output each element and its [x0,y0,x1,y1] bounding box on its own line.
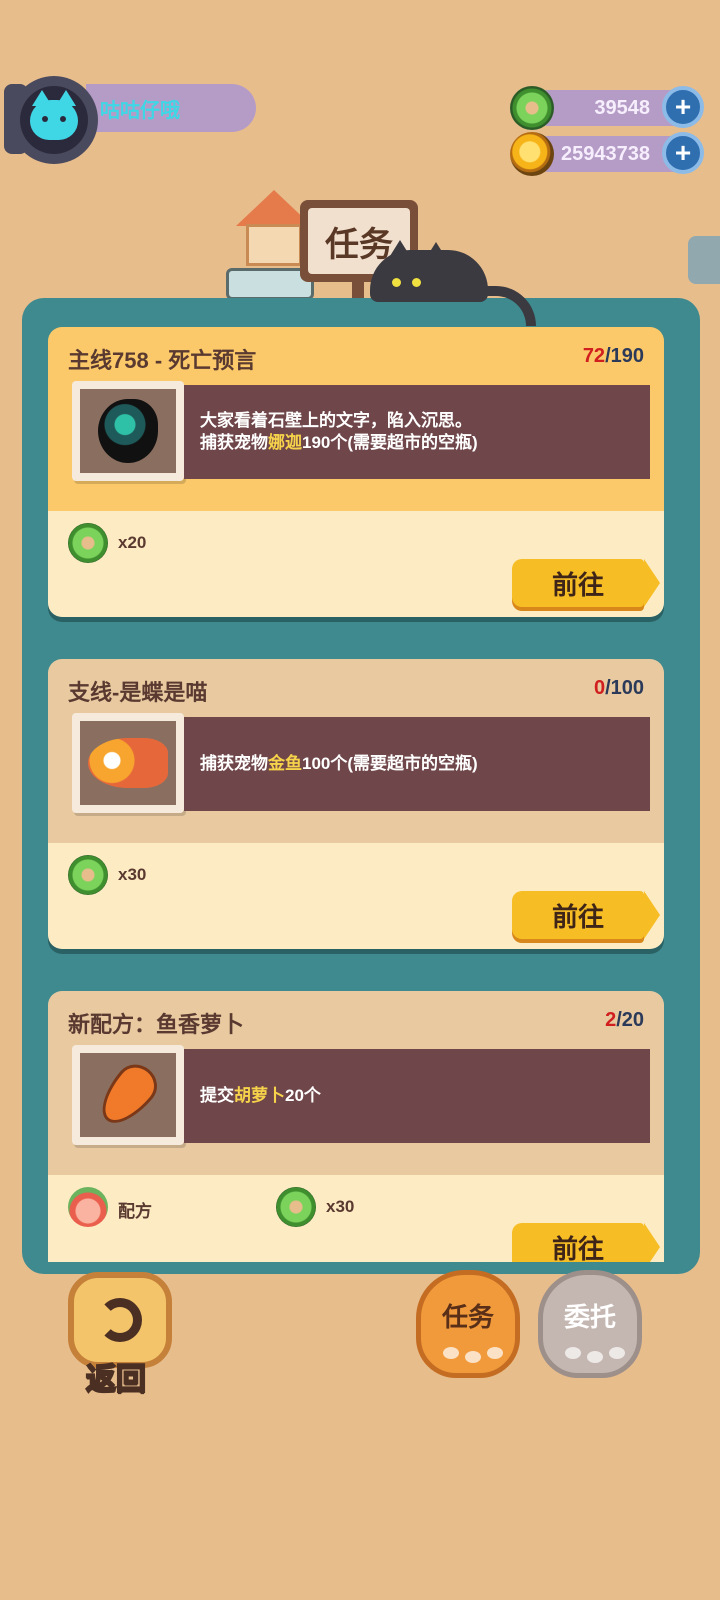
green-donut-icon [276,1187,316,1227]
plus-icon: + [674,91,692,122]
tab-entrust[interactable]: 委托 [538,1270,642,1378]
quest-card-header: 支线-是蝶是喵 0/100 捕获宠物金鱼100个(需要超市的空瓶) [48,659,664,843]
add-gold-button[interactable]: + [662,132,704,174]
currency-gold-value: 25943738 [561,142,650,165]
quest-progress: 2/20 [605,1009,644,1031]
go-button[interactable]: 前往 [512,891,660,939]
avatar-image [20,86,88,154]
quest-description: 捕获宠物金鱼100个(需要超市的空瓶) [184,717,650,811]
paw-toe-icon [565,1347,581,1359]
quest-description: 大家看着石壁上的文字，陷入沉思。 捕获宠物娜迦190个(需要超市的空瓶) [184,385,650,479]
quest-thumbnail [72,713,184,813]
player-name: 咕咕仔哦 [100,99,180,122]
carrot-icon [90,1056,166,1134]
quest-title: 支线-是蝶是喵 [68,680,208,705]
cat-avatar-icon [30,90,78,140]
currency-donut-value: 39548 [594,96,650,119]
quest-thumbnail [72,381,184,481]
go-button[interactable]: 前往 [512,559,660,607]
goldfish-pet-icon [88,738,168,788]
reward-amount: x30 [326,1197,355,1216]
paw-toe-icon [587,1351,603,1363]
currency-donut: 39548 + [510,86,704,130]
green-donut-icon [68,855,108,895]
page-title: 任务 [325,225,393,264]
reward-amount: x30 [118,865,147,884]
quest-rewards: x20 前往 [48,511,664,617]
back-arrow-icon [98,1298,142,1342]
quest-card-header: 新配方：鱼香萝卜 2/20 提交胡萝卜20个 [48,991,664,1175]
go-button[interactable]: 前往 [512,1223,660,1262]
quest-rewards: 配方 x30 前往 [48,1175,664,1262]
quest-title: 主线758 - 死亡预言 [68,348,257,373]
tab-entrust-label: 委托 [563,1302,616,1332]
side-clip-icon[interactable] [688,236,720,284]
radish-recipe-icon [68,1187,108,1227]
currency-gold: 25943738 + [510,132,704,176]
back-button[interactable]: 返回 [68,1272,172,1397]
paw-toe-icon [465,1351,481,1363]
quest-card: 支线-是蝶是喵 0/100 捕获宠物金鱼100个(需要超市的空瓶) x30 前往 [48,659,664,949]
tab-tasks-label: 任务 [441,1302,494,1332]
quest-description: 提交胡萝卜20个 [184,1049,650,1143]
paw-toe-icon [609,1347,625,1359]
tab-tasks[interactable]: 任务 [416,1270,520,1378]
quest-progress: 0/100 [593,677,644,699]
plus-icon: + [674,137,692,168]
quest-progress: 72/190 [582,345,644,367]
quest-thumbnail [72,1045,184,1145]
back-label: 返回 [85,1362,147,1397]
black-cat-icon [370,240,488,302]
green-donut-icon [68,523,108,563]
quest-card: 新配方：鱼香萝卜 2/20 提交胡萝卜20个 配方 x30 前往 [48,991,664,1262]
quest-list[interactable]: 主线758 - 死亡预言 72/190 大家看着石壁上的文字，陷入沉思。 捕获宠… [22,316,676,1262]
quest-title: 新配方：鱼香萝卜 [68,1012,245,1037]
reward-label: 配方 [118,1202,152,1221]
player-name-pill[interactable]: 咕咕仔哦 [86,84,256,132]
paw-toe-icon [443,1347,459,1359]
naga-pet-icon [98,399,158,463]
gold-coin-icon [510,132,554,176]
add-donut-button[interactable]: + [662,86,704,128]
quest-card: 主线758 - 死亡预言 72/190 大家看着石壁上的文字，陷入沉思。 捕获宠… [48,327,664,617]
quest-card-header: 主线758 - 死亡预言 72/190 大家看着石壁上的文字，陷入沉思。 捕获宠… [48,327,664,511]
avatar[interactable] [4,76,98,164]
reward-amount: x20 [118,533,147,552]
quest-rewards: x30 前往 [48,843,664,949]
green-donut-icon [510,86,554,130]
paw-toe-icon [487,1347,503,1359]
